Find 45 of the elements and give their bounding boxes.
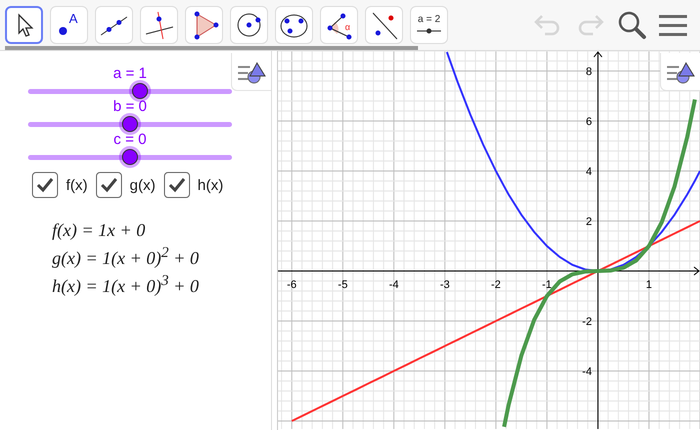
tick-label: -2 bbox=[491, 279, 501, 291]
scrollbar[interactable] bbox=[5, 46, 418, 50]
slider-thumb[interactable] bbox=[132, 83, 148, 99]
checkbox[interactable]: g(x) bbox=[96, 172, 156, 198]
search-icon bbox=[617, 10, 647, 40]
slider-label: a = 1 bbox=[113, 65, 147, 83]
graphics-style-icon bbox=[666, 60, 696, 84]
checkbox[interactable]: f(x) bbox=[32, 172, 88, 198]
tick-label: -4 bbox=[388, 279, 399, 291]
function-formula: f(x) = 1x + 0 bbox=[52, 220, 146, 241]
function-formula: h(x) = 1(x + 0)$^{3}$ + 0 bbox=[52, 273, 200, 297]
style-bar-button[interactable] bbox=[660, 53, 700, 91]
checkbox-box[interactable] bbox=[164, 172, 190, 198]
tick-label: 1 bbox=[646, 279, 652, 291]
check-icon bbox=[168, 177, 186, 193]
menu-button[interactable] bbox=[659, 13, 687, 37]
slider-thumb[interactable] bbox=[122, 149, 138, 165]
tick-label: -5 bbox=[338, 279, 348, 291]
check-icon bbox=[100, 177, 118, 193]
style-bar-button[interactable] bbox=[231, 53, 271, 91]
tick-label: -6 bbox=[286, 279, 297, 291]
checkbox[interactable]: h(x) bbox=[164, 172, 224, 198]
perpendicular-lines-icon bbox=[143, 9, 175, 41]
function-formula: g(x) = 1(x + 0)$^{2}$ + 0 bbox=[52, 245, 200, 269]
check-icon bbox=[36, 177, 54, 193]
slider-label: c = 0 bbox=[114, 131, 146, 149]
tick-label: 8 bbox=[586, 66, 592, 78]
tick-label: -2 bbox=[582, 316, 592, 328]
tick-label: -4 bbox=[582, 366, 592, 378]
graphics-style-icon bbox=[236, 60, 266, 84]
search-button[interactable] bbox=[617, 10, 647, 40]
tick-label: -3 bbox=[440, 279, 450, 291]
tick-label: -1 bbox=[542, 279, 552, 291]
tick-label: 6 bbox=[586, 116, 592, 128]
tick-label: 2 bbox=[586, 216, 592, 228]
tick-label: 4 bbox=[586, 166, 592, 178]
slider-label: b = 0 bbox=[113, 98, 147, 116]
slider-track[interactable] bbox=[28, 114, 232, 134]
menu-icon bbox=[659, 13, 687, 37]
slider-thumb[interactable] bbox=[122, 116, 138, 132]
checkbox-box[interactable] bbox=[96, 172, 122, 198]
checkbox-box[interactable] bbox=[32, 172, 58, 198]
slider-track[interactable] bbox=[28, 81, 232, 101]
slider-track[interactable] bbox=[28, 147, 232, 167]
tool-button[interactable] bbox=[5, 6, 43, 44]
